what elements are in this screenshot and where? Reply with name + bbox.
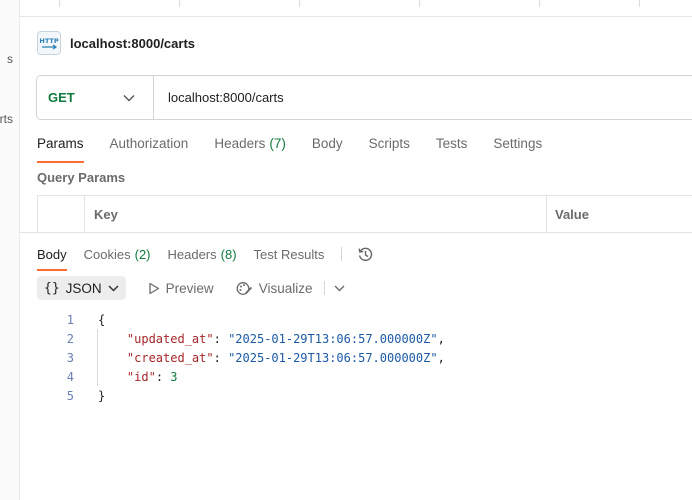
tab-stub[interactable] <box>300 0 420 7</box>
json-value: "2025-01-29T13:06:57.000000Z" <box>228 350 438 365</box>
tab-strip <box>20 0 692 17</box>
format-label: JSON <box>65 280 102 296</box>
json-brace: { <box>98 312 106 327</box>
pane-divider[interactable] <box>20 232 692 233</box>
tab-separator <box>341 247 343 261</box>
method-selector[interactable]: GET <box>37 76 154 119</box>
sidebar-fragment[interactable]: rts <box>0 112 13 126</box>
tab-stub[interactable] <box>180 0 300 7</box>
response-tab-test-results[interactable]: Test Results <box>254 244 325 264</box>
column-header-key: Key <box>94 206 118 222</box>
url-bar: GET <box>36 75 692 120</box>
tab-count: (7) <box>269 136 286 151</box>
tab-label: Settings <box>493 136 543 151</box>
query-params-heading: Query Params <box>37 170 126 185</box>
response-tab-headers[interactable]: Headers (8) <box>168 244 237 264</box>
sidebar-fragment[interactable]: s <box>7 52 13 66</box>
format-selector[interactable]: {} JSON <box>37 276 126 300</box>
svg-text:HTTP: HTTP <box>39 37 58 45</box>
code-line: 1 { <box>37 310 445 329</box>
line-number: 5 <box>66 388 74 403</box>
code-line: 2 "updated_at": "2025-01-29T13:06:57.000… <box>37 329 445 348</box>
toolbar-separator <box>324 281 326 295</box>
tab-label: Headers <box>214 136 266 151</box>
braces-icon: {} <box>44 280 60 296</box>
request-header: HTTP localhost:8000/carts <box>37 30 195 56</box>
line-number: 2 <box>66 331 74 346</box>
tab-label: Scripts <box>368 136 410 151</box>
json-value: "2025-01-29T13:06:57.000000Z" <box>228 331 438 346</box>
tab-count: (2) <box>134 246 151 262</box>
visualize-dropdown[interactable] <box>324 281 345 295</box>
code-line: 5 } <box>37 386 445 405</box>
chevron-down-icon <box>108 284 119 292</box>
response-tabs: Body Cookies (2) Headers (8) Test Results <box>37 241 374 271</box>
tab-label: Authorization <box>109 136 189 151</box>
column-divider <box>84 196 85 232</box>
tab-headers[interactable]: Headers (7) <box>214 134 286 160</box>
tab-label: Params <box>37 136 84 151</box>
code-line: 3 "created_at": "2025-01-29T13:06:57.000… <box>37 348 445 367</box>
history-icon[interactable] <box>357 246 374 263</box>
chevron-down-icon <box>334 285 345 291</box>
visualize-label: Visualize <box>258 280 313 296</box>
tab-label: Cookies <box>83 246 131 262</box>
tab-label: Tests <box>435 136 468 151</box>
http-icon: HTTP <box>37 31 61 55</box>
column-divider[interactable] <box>546 196 547 232</box>
visualize-icon <box>236 281 252 295</box>
code-line: 4 "id": 3 <box>37 367 445 386</box>
line-number: 1 <box>66 312 74 327</box>
tab-settings[interactable]: Settings <box>493 134 542 160</box>
left-sidebar: s rts <box>0 0 20 500</box>
tab-count: (8) <box>220 246 237 262</box>
visualize-button[interactable]: Visualize <box>236 280 313 297</box>
response-toolbar: {} JSON Preview Visualize <box>37 276 345 300</box>
json-value: 3 <box>170 369 178 384</box>
column-header-value: Value <box>555 206 589 222</box>
url-input[interactable] <box>154 76 692 119</box>
line-number: 4 <box>66 369 74 384</box>
params-table-header: Key Value <box>37 195 692 232</box>
tab-label: Body <box>311 136 343 151</box>
preview-button[interactable]: Preview <box>148 281 214 296</box>
tab-scripts[interactable]: Scripts <box>369 134 410 160</box>
response-tab-body[interactable]: Body <box>37 244 67 271</box>
play-icon <box>149 282 159 294</box>
line-number: 3 <box>66 350 74 365</box>
tab-tests[interactable]: Tests <box>436 134 468 160</box>
response-tab-cookies[interactable]: Cookies (2) <box>84 244 151 264</box>
tab-label: Headers <box>167 246 217 262</box>
tab-params[interactable]: Params <box>37 134 84 163</box>
tab-stub[interactable] <box>20 0 60 7</box>
method-label: GET <box>48 90 75 105</box>
tab-authorization[interactable]: Authorization <box>110 134 189 160</box>
json-brace: } <box>98 388 106 403</box>
tab-stub[interactable] <box>540 0 640 7</box>
tab-label: Body <box>37 246 67 262</box>
tab-stub[interactable] <box>420 0 540 7</box>
request-tabs: Params Authorization Headers (7) Body Scr… <box>37 134 568 163</box>
chevron-down-icon <box>123 94 135 101</box>
json-key: "created_at" <box>126 350 214 365</box>
tab-stub[interactable] <box>60 0 180 7</box>
request-title[interactable]: localhost:8000/carts <box>70 36 195 51</box>
json-key: "id" <box>126 369 156 384</box>
preview-label: Preview <box>165 280 214 296</box>
json-key: "updated_at" <box>126 331 214 346</box>
response-body[interactable]: 1 { 2 "updated_at": "2025-01-29T13:06:57… <box>37 310 445 405</box>
tab-body[interactable]: Body <box>312 134 343 160</box>
tab-label: Test Results <box>253 246 325 262</box>
